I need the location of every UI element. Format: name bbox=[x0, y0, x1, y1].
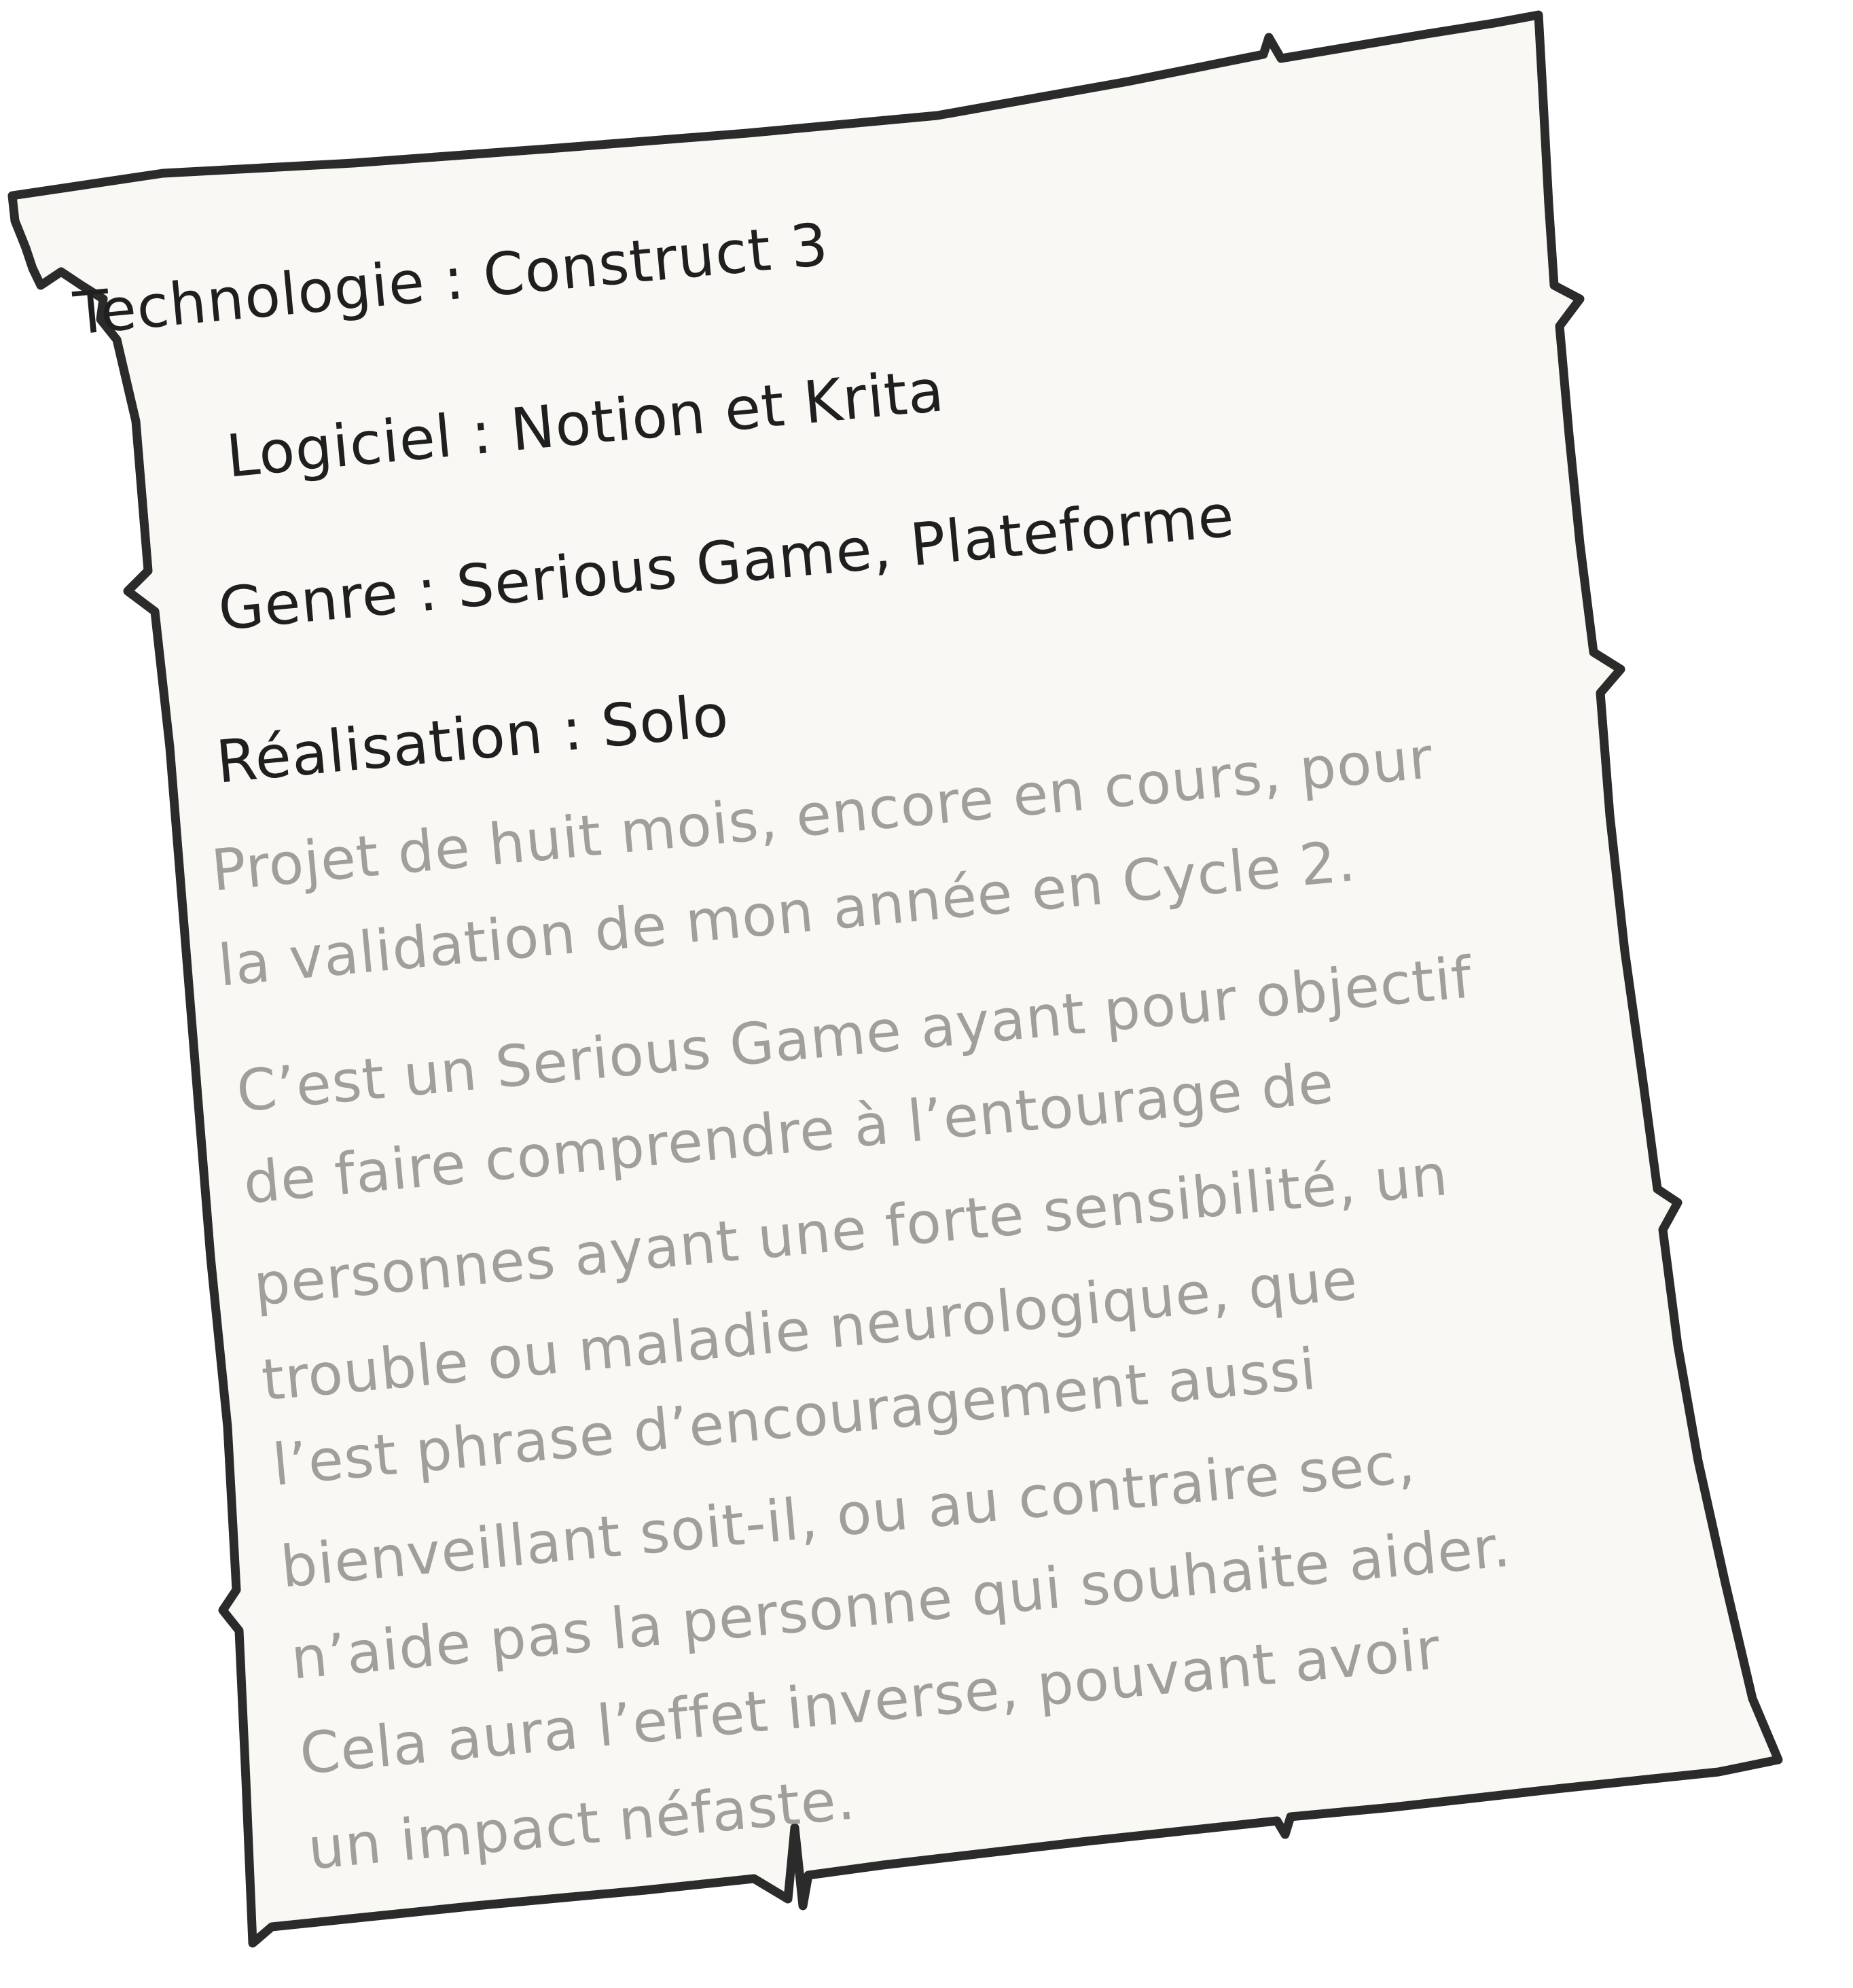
field-technologie: Technologie : Construct 3 bbox=[71, 211, 831, 349]
paper-card-illustration: Technologie : Construct 3 Logiciel : Not… bbox=[0, 0, 1853, 1988]
card-text: Technologie : Construct 3 Logiciel : Not… bbox=[0, 0, 1853, 1988]
field-realisation: Réalisation : Solo bbox=[213, 681, 732, 797]
field-logiciel: Logiciel : Notion et Krita bbox=[223, 357, 948, 491]
field-genre: Genre : Serious Game, Plateforme bbox=[215, 482, 1238, 644]
description-line: un impact néfaste. bbox=[305, 1765, 858, 1883]
